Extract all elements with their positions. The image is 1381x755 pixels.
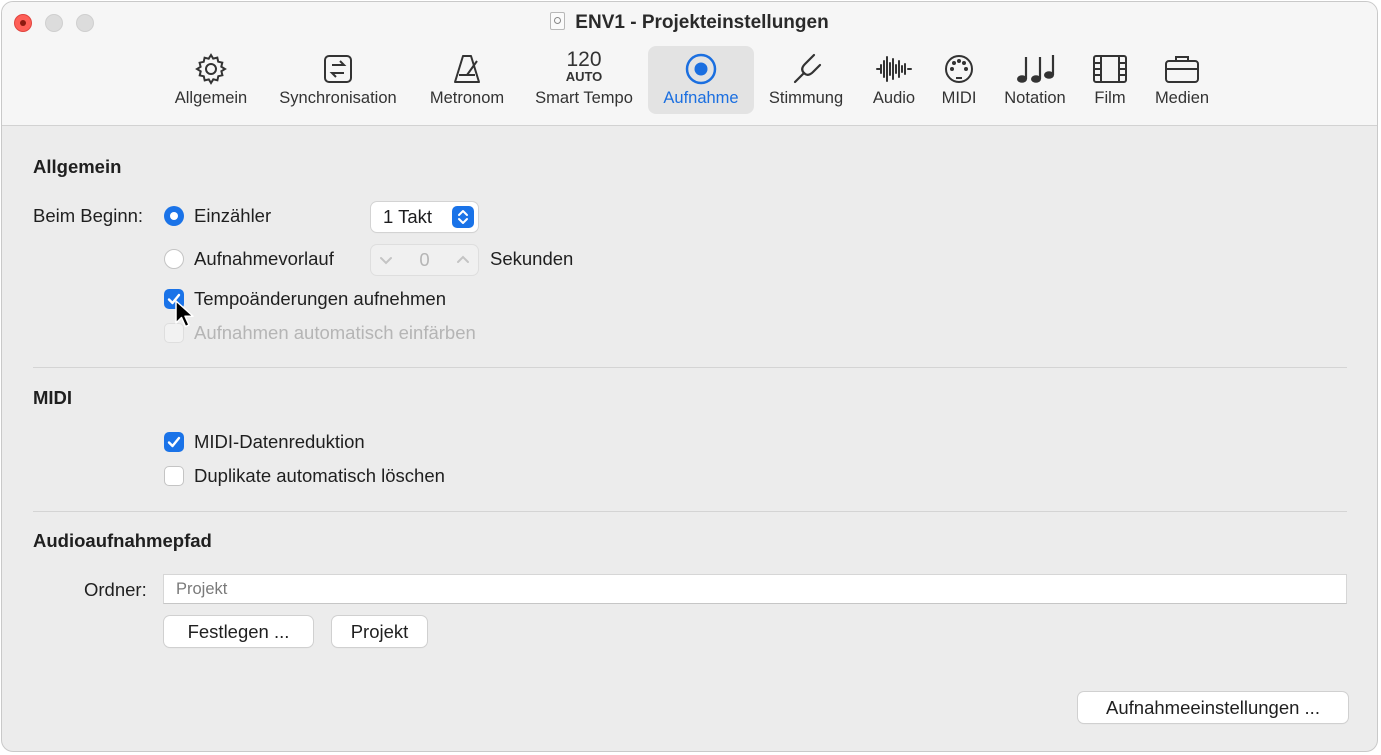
folder-label: Ordner: (84, 579, 147, 600)
tab-allgemein[interactable]: Allgemein (165, 46, 257, 114)
settings-toolbar: Allgemein Synchronisation Metronom 120 A… (2, 46, 1377, 116)
countin-value: 1 Takt (383, 206, 433, 227)
tab-synchronisation[interactable]: Synchronisation (268, 46, 408, 114)
tempo-changes-label[interactable]: Tempoänderungen aufnehmen (194, 288, 446, 310)
gear-icon (165, 52, 257, 86)
autocolor-label: Aufnahmen automatisch einfärben (194, 322, 476, 343)
section-title-general: Allgemein (33, 156, 122, 177)
document-icon (550, 12, 566, 30)
recording-settings-button[interactable]: Aufnahmeeinstellungen ... (1078, 692, 1348, 723)
countin-radio[interactable] (164, 206, 184, 226)
countin-popup[interactable]: 1 Takt (371, 202, 478, 232)
chevron-updown-icon (452, 206, 474, 228)
project-settings-window: ENV1 - Projekteinstellungen Allgemein Sy… (1, 1, 1378, 752)
tuning-fork-icon (758, 52, 854, 86)
checkmark-icon (167, 436, 181, 448)
midi-reduction-checkbox[interactable] (164, 432, 184, 452)
sync-icon (268, 52, 408, 86)
tab-metronom[interactable]: Metronom (420, 46, 514, 114)
section-title-midi: MIDI (33, 387, 73, 408)
preroll-radio[interactable] (164, 249, 184, 269)
section-title-audio-path: Audioaufnahmepfad (33, 530, 212, 551)
window-title: ENV1 - Projekteinstellungen (2, 12, 1377, 34)
film-icon (1085, 52, 1135, 86)
set-folder-button[interactable]: Festlegen ... (164, 616, 313, 647)
mouse-pointer-icon (175, 300, 195, 335)
briefcase-icon (1147, 52, 1217, 86)
preroll-label[interactable]: Aufnahmevorlauf (194, 248, 334, 270)
chevron-up-icon[interactable] (456, 252, 470, 271)
settings-content: Allgemein Beim Beginn: Einzähler 1 Takt … (2, 126, 1377, 751)
project-button[interactable]: Projekt (332, 616, 427, 647)
divider (33, 367, 1347, 368)
record-icon (648, 52, 754, 86)
tab-medien[interactable]: Medien (1147, 46, 1217, 114)
midi-icon (933, 52, 985, 86)
tab-midi[interactable]: MIDI (933, 46, 985, 114)
preroll-stepper[interactable]: 0 (371, 245, 478, 275)
divider (33, 511, 1347, 512)
title-bar: ENV1 - Projekteinstellungen Allgemein Sy… (2, 2, 1377, 126)
midi-reduction-label[interactable]: MIDI-Datenreduktion (194, 431, 365, 453)
tab-notation[interactable]: Notation (996, 46, 1074, 114)
start-label: Beim Beginn: (33, 205, 144, 226)
duplicates-checkbox[interactable] (164, 466, 184, 486)
tab-stimmung[interactable]: Stimmung (758, 46, 854, 114)
countin-label[interactable]: Einzähler (194, 205, 271, 227)
folder-placeholder: Projekt (176, 580, 228, 598)
metronome-icon (420, 52, 514, 86)
notes-icon (996, 52, 1074, 86)
folder-field[interactable]: Projekt (163, 574, 1347, 604)
tab-film[interactable]: Film (1085, 46, 1135, 114)
tab-audio[interactable]: Audio (865, 46, 923, 114)
smart-tempo-icon: 120 AUTO (565, 47, 603, 84)
duplicates-label[interactable]: Duplikate automatisch löschen (194, 465, 445, 487)
tab-aufnahme[interactable]: Aufnahme (648, 46, 754, 114)
tab-smart-tempo[interactable]: 120 AUTO Smart Tempo (525, 46, 643, 114)
preroll-unit: Sekunden (490, 248, 574, 269)
waveform-icon (865, 52, 923, 86)
